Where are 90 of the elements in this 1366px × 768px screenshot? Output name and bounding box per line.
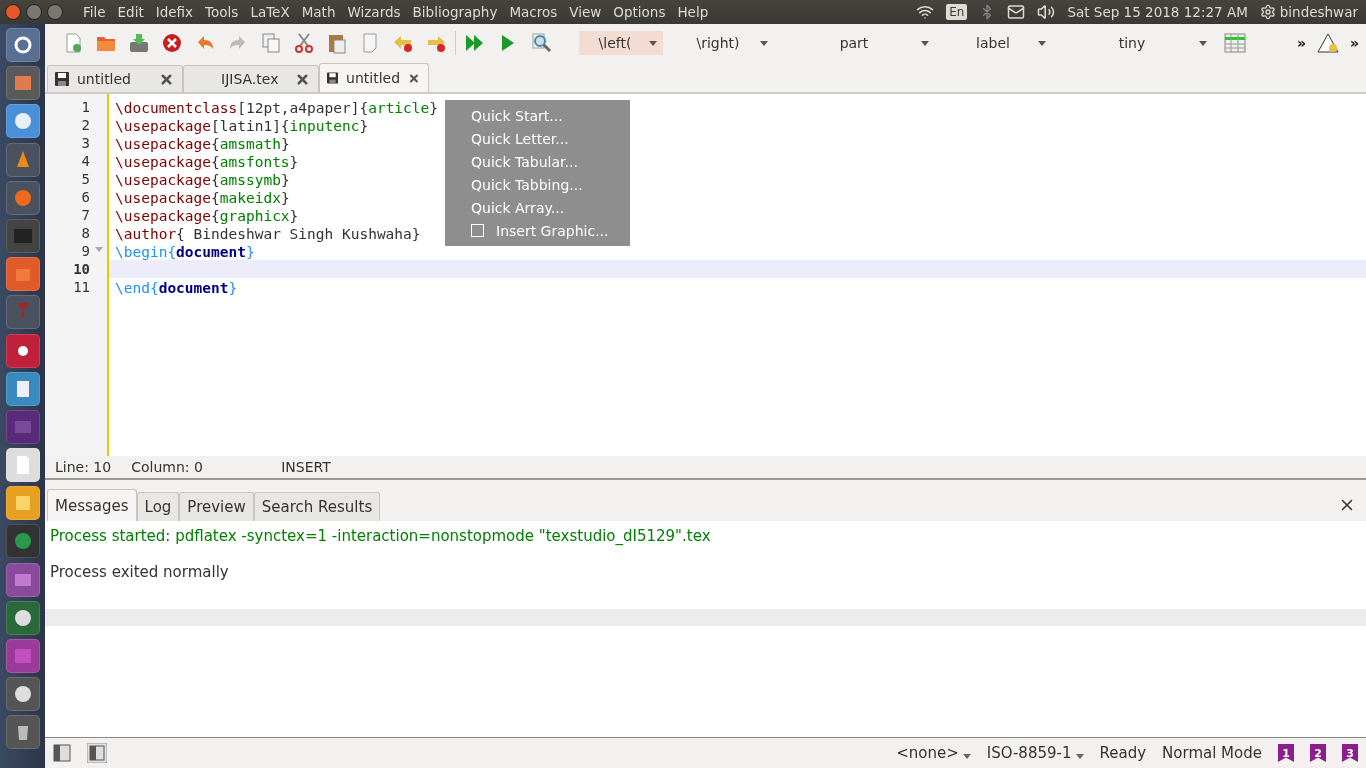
wifi-icon[interactable] bbox=[916, 3, 935, 21]
terminal-icon[interactable] bbox=[5, 218, 40, 253]
menu-item[interactable]: Math bbox=[295, 4, 342, 20]
line-number: 2 bbox=[80, 116, 91, 134]
code-line: \usepackage{makeidx} bbox=[115, 190, 290, 208]
clipboard-icon[interactable] bbox=[326, 32, 348, 54]
status-dropdown[interactable]: <none> bbox=[896, 744, 971, 762]
panel-tab[interactable]: Messages bbox=[47, 489, 137, 521]
code-line: \usepackage{amsmath} bbox=[115, 136, 290, 154]
traffic-cone-icon[interactable] bbox=[5, 142, 40, 177]
line-number: 5 bbox=[80, 170, 91, 188]
menu-item[interactable]: Bibliography bbox=[406, 4, 504, 20]
line-indicator: Line: 10 bbox=[55, 459, 112, 475]
line-number: 4 bbox=[80, 152, 91, 170]
close-icon[interactable] bbox=[161, 32, 183, 54]
status-dropdown[interactable]: ISO-8859-1 bbox=[986, 744, 1084, 762]
status-text: Ready bbox=[1099, 744, 1147, 762]
dropdown[interactable]: tiny bbox=[1063, 31, 1213, 55]
code-line: \usepackage{amsfonts} bbox=[115, 154, 299, 172]
panel-tab[interactable]: Log bbox=[136, 492, 180, 521]
table-icon[interactable] bbox=[1224, 32, 1246, 54]
menu-item[interactable]: Wizards bbox=[341, 4, 407, 20]
dropdown[interactable]: \left( bbox=[579, 31, 663, 55]
menu-item[interactable]: Edit bbox=[111, 4, 150, 20]
close-window-button[interactable] bbox=[5, 4, 21, 20]
tab-label: untitled bbox=[77, 71, 132, 87]
copy-icon[interactable] bbox=[260, 32, 282, 54]
line-number: 7 bbox=[80, 206, 91, 224]
code-line: \end{document} bbox=[115, 280, 238, 298]
dropdown[interactable]: part bbox=[785, 31, 935, 55]
overflow-chevron[interactable]: » bbox=[1344, 35, 1366, 51]
bookmark-icon[interactable]: 3 bbox=[1342, 744, 1358, 762]
overflow-chevron[interactable]: » bbox=[1291, 35, 1313, 51]
minimize-window-button[interactable] bbox=[26, 4, 42, 20]
clock[interactable]: Sat Sep 15 2018 12:27 AM bbox=[1067, 4, 1248, 20]
warning-triangle-icon[interactable] bbox=[1317, 32, 1340, 54]
magnifier-icon[interactable] bbox=[530, 32, 552, 54]
panel-tab[interactable]: Search Results bbox=[253, 492, 381, 521]
line-number: 10 bbox=[72, 260, 91, 278]
column-indicator: Column: 0 bbox=[131, 459, 204, 475]
code-line: \documentclass[12pt,a4paper]{article} bbox=[115, 100, 438, 118]
code-line: \usepackage{amssymb} bbox=[115, 172, 290, 190]
panel-tab[interactable]: Preview bbox=[179, 492, 254, 521]
scissors-icon[interactable] bbox=[293, 32, 315, 54]
text-document-icon[interactable] bbox=[5, 448, 40, 483]
save-icon[interactable] bbox=[128, 32, 150, 54]
code-line: \usepackage[latin1]{inputenc} bbox=[115, 118, 369, 136]
checkbox[interactable] bbox=[471, 224, 484, 237]
maximize-window-button[interactable] bbox=[47, 4, 63, 20]
line-number: 3 bbox=[80, 134, 91, 152]
trash-icon[interactable] bbox=[5, 715, 40, 750]
code-line: \begin{document} bbox=[115, 244, 255, 262]
line-number: 11 bbox=[72, 278, 91, 296]
tab-label: IJISA.tex bbox=[220, 71, 280, 87]
menu-item[interactable]: Tools bbox=[199, 4, 245, 20]
line-number: 6 bbox=[80, 188, 91, 206]
menu-item[interactable]: Help bbox=[671, 4, 715, 20]
tab-label: untitled bbox=[346, 70, 401, 86]
menu-item[interactable]: LaTeX bbox=[244, 4, 296, 20]
dropdown[interactable]: \right) bbox=[674, 31, 774, 55]
code-line: \usepackage{graphicx} bbox=[115, 208, 299, 226]
line-number: 1 bbox=[80, 98, 91, 116]
menu-item[interactable]: File bbox=[77, 4, 112, 20]
panel-toggle-icon[interactable] bbox=[53, 744, 71, 762]
mail-icon[interactable] bbox=[1007, 3, 1026, 21]
volume-icon[interactable] bbox=[1037, 3, 1056, 21]
menu-item[interactable]: View bbox=[563, 4, 608, 20]
menu-item[interactable]: Options bbox=[607, 4, 672, 20]
line-number: 9 bbox=[45, 242, 107, 260]
menu-item[interactable]: Macros bbox=[503, 4, 564, 20]
power-gear-icon[interactable] bbox=[1259, 4, 1276, 20]
user-name[interactable]: bindeshwar bbox=[1279, 4, 1358, 20]
file-tab[interactable]: untitled bbox=[319, 63, 429, 92]
code-line: \author{ Bindeshwar Singh Kushwaha} bbox=[115, 226, 421, 244]
message-line: Process started: pdflatex -synctex=1 -interaction=nonstopmode "texstudio_dI5129".tex bbox=[49, 526, 712, 547]
panel-toggle-icon[interactable] bbox=[87, 743, 107, 763]
bookmark-icon[interactable]: 1 bbox=[1278, 744, 1294, 762]
dropdown[interactable]: label bbox=[946, 31, 1052, 55]
menu-item[interactable]: Idefix bbox=[149, 4, 200, 20]
keyboard-layout-indicator[interactable]: En bbox=[946, 4, 968, 20]
line-number: 8 bbox=[80, 224, 91, 242]
ubuntu-logo-icon[interactable] bbox=[5, 28, 40, 62]
file-tab[interactable]: untitled bbox=[47, 65, 183, 92]
bookmark-icon[interactable]: 2 bbox=[1310, 744, 1326, 762]
mode-indicator: INSERT bbox=[281, 459, 331, 475]
message-line: Process exited normally bbox=[49, 562, 230, 583]
edit-mode-text: Normal Mode bbox=[1162, 744, 1262, 762]
close-icon[interactable] bbox=[159, 71, 174, 87]
file-tab[interactable]: IJISA.tex bbox=[183, 65, 319, 92]
close-icon[interactable] bbox=[295, 71, 310, 87]
